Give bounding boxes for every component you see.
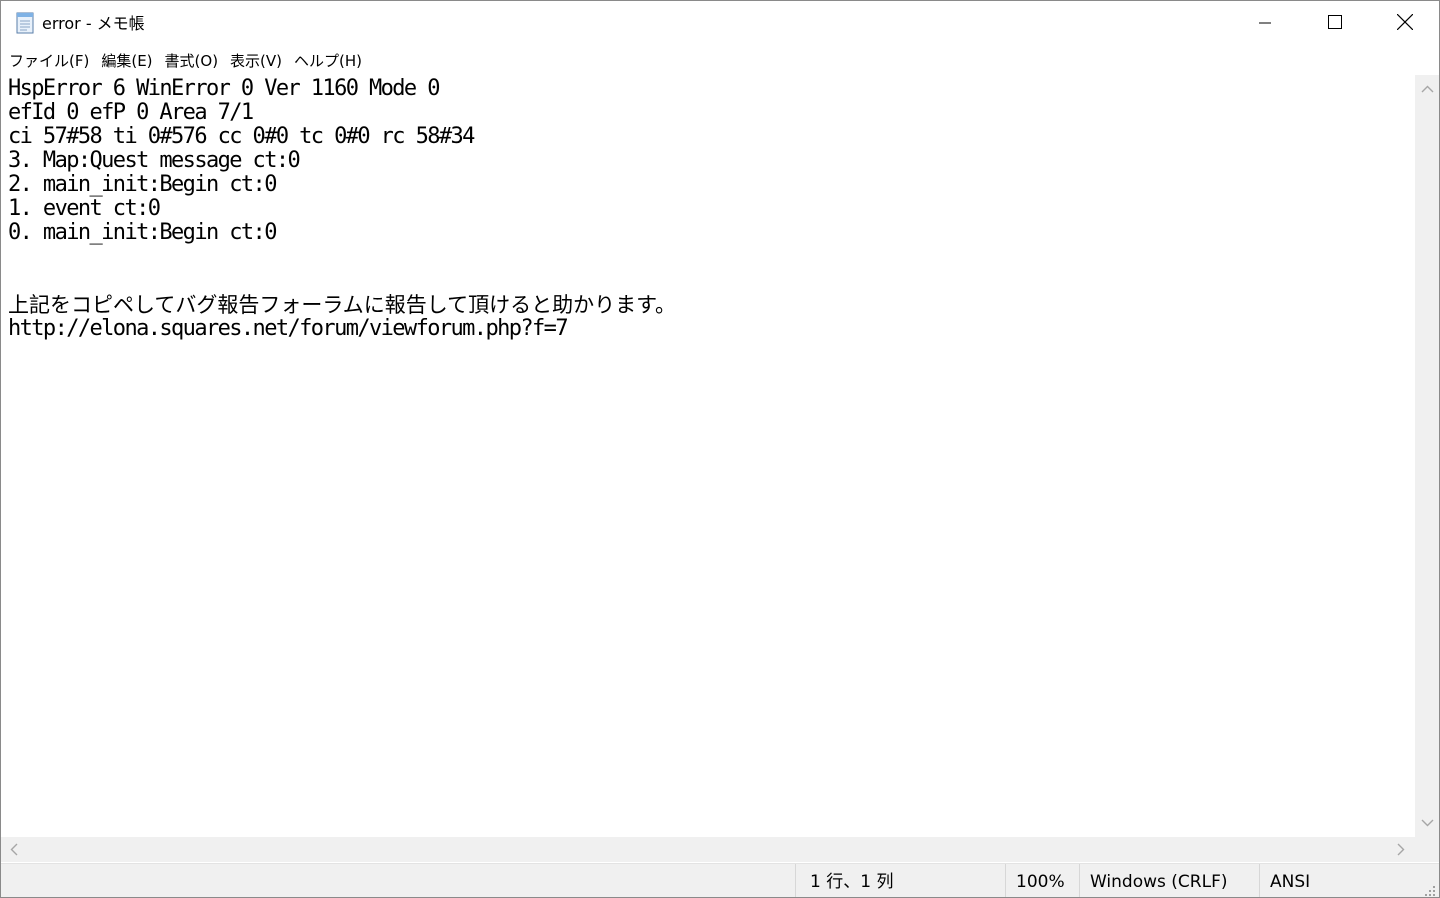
minimize-button[interactable] <box>1230 1 1300 46</box>
menu-bar: ファイル(F) 編集(E) 書式(O) 表示(V) ヘルプ(H) <box>1 48 1439 74</box>
close-icon <box>1396 13 1414 34</box>
editor-line: 2. main_init:Begin ct:0 <box>8 172 277 197</box>
scroll-right-arrow-icon[interactable] <box>1392 841 1409 858</box>
menu-file[interactable]: ファイル(F) <box>3 48 95 74</box>
notepad-window: error - メモ帳 ファイル(F) 編集(E) 書式(O) 表示(V) ヘル… <box>0 0 1440 898</box>
horizontal-scrollbar[interactable] <box>1 837 1415 862</box>
status-line-ending: Windows (CRLF) <box>1079 864 1259 897</box>
scroll-down-arrow-icon[interactable] <box>1419 814 1436 831</box>
resize-grip-icon[interactable] <box>1422 882 1436 896</box>
editor-line: ci 57#58 ti 0#576 cc 0#0 tc 0#0 rc 58#34 <box>8 124 475 149</box>
editor-line: 1. event ct:0 <box>8 196 161 221</box>
status-encoding: ANSI <box>1259 864 1419 897</box>
status-bar: 1 行、1 列 100% Windows (CRLF) ANSI <box>1 863 1439 897</box>
menu-view[interactable]: 表示(V) <box>224 48 288 74</box>
editor-line: http://elona.squares.net/forum/viewforum… <box>8 316 569 341</box>
editor-line: 0. main_init:Begin ct:0 <box>8 220 277 245</box>
maximize-icon <box>1328 14 1342 33</box>
minimize-icon <box>1259 14 1271 33</box>
maximize-button[interactable] <box>1300 1 1370 46</box>
scrollbar-corner <box>1415 837 1439 862</box>
scroll-left-arrow-icon[interactable] <box>6 841 23 858</box>
scroll-up-arrow-icon[interactable] <box>1419 81 1436 98</box>
title-bar[interactable]: error - メモ帳 <box>1 1 1439 46</box>
status-zoom: 100% <box>1005 864 1079 897</box>
editor-line: 3. Map:Quest message ct:0 <box>8 148 301 173</box>
menu-format[interactable]: 書式(O) <box>159 48 225 74</box>
window-title: error - メモ帳 <box>42 14 145 33</box>
editor-line: efId 0 efP 0 Area 7/1 <box>8 100 254 125</box>
notepad-icon <box>15 11 35 35</box>
menu-help[interactable]: ヘルプ(H) <box>288 48 368 74</box>
text-editor[interactable]: HspError 6 WinError 0 Ver 1160 Mode 0 ef… <box>1 75 1415 837</box>
editor-line: HspError 6 WinError 0 Ver 1160 Mode 0 <box>8 76 440 101</box>
close-button[interactable] <box>1370 1 1439 46</box>
status-cursor-position: 1 行、1 列 <box>795 864 1005 897</box>
editor-line: 上記をコピペしてバグ報告フォーラムに報告して頂けると助かります。 <box>8 293 677 317</box>
menu-edit[interactable]: 編集(E) <box>95 48 158 74</box>
vertical-scrollbar[interactable] <box>1415 75 1439 837</box>
